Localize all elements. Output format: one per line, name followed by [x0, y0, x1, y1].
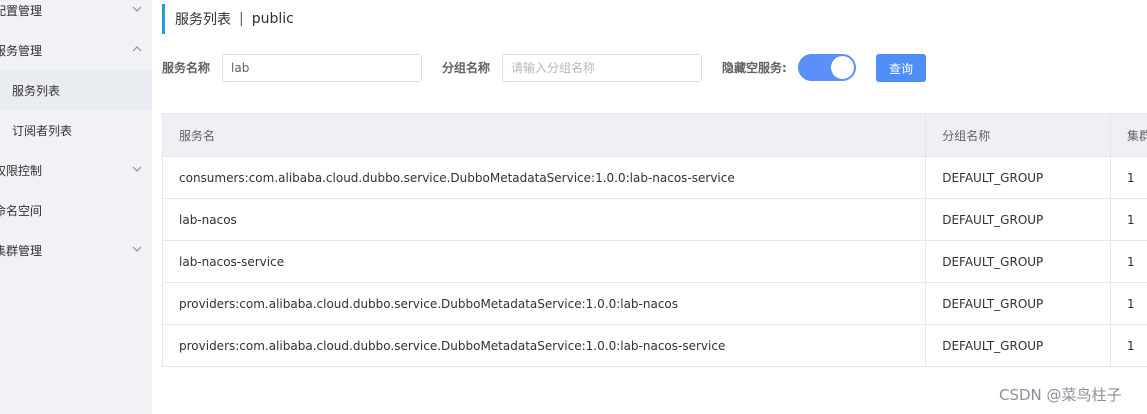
hide-empty-toggle[interactable]	[798, 54, 856, 81]
title-separator: |	[239, 11, 244, 27]
query-button[interactable]: 查询	[876, 54, 926, 82]
table-header: 服务名 分组名称 集群	[163, 114, 1147, 157]
sidebar-item-access-control[interactable]: 权限控制	[0, 150, 152, 190]
service-table: 服务名 分组名称 集群 consumers:com.alibaba.cloud.…	[162, 113, 1147, 367]
group-name-cell: DEFAULT_GROUP	[926, 325, 1112, 366]
toggle-knob	[831, 56, 854, 79]
cluster-count-cell: 1	[1127, 338, 1135, 353]
sidebar: 配置管理 服务管理 服务列表 订阅者列表 权限控制 命名空间 集群管理	[0, 0, 152, 414]
service-name-label: 服务名称	[162, 61, 211, 75]
chevron-down-icon	[132, 164, 142, 174]
cluster-count-cell: 1	[1127, 296, 1135, 311]
sidebar-item-config-management[interactable]: 配置管理	[0, 0, 152, 30]
sidebar-item-namespace[interactable]: 命名空间	[0, 190, 152, 230]
sidebar-item-label: 命名空间	[0, 203, 43, 218]
table-row: providers:com.alibaba.cloud.dubbo.servic…	[163, 283, 1147, 325]
sidebar-item-service-list[interactable]: 服务列表	[0, 70, 152, 110]
page-title: 服务列表 | public	[162, 4, 294, 34]
cluster-count-cell: 1	[1127, 170, 1135, 185]
table-row: lab-nacos DEFAULT_GROUP 1	[163, 199, 1147, 241]
cluster-count-cell: 1	[1127, 212, 1135, 227]
service-name-cell: consumers:com.alibaba.cloud.dubbo.servic…	[163, 157, 927, 198]
table-row: lab-nacos-service DEFAULT_GROUP 1	[163, 241, 1147, 283]
service-name-cell: providers:com.alibaba.cloud.dubbo.servic…	[163, 283, 927, 324]
service-name-input[interactable]	[222, 54, 422, 82]
hide-empty-label: 隐藏空服务:	[722, 61, 787, 75]
sidebar-item-label: 集群管理	[0, 243, 43, 258]
group-name-cell: DEFAULT_GROUP	[926, 283, 1112, 324]
service-name-cell: providers:com.alibaba.cloud.dubbo.servic…	[163, 325, 927, 366]
chevron-down-icon	[132, 4, 142, 14]
sidebar-item-label: 订阅者列表	[12, 123, 73, 138]
group-name-cell: DEFAULT_GROUP	[926, 241, 1112, 282]
sidebar-item-subscriber-list[interactable]: 订阅者列表	[0, 110, 152, 150]
group-name-label: 分组名称	[442, 61, 491, 75]
table-row: providers:com.alibaba.cloud.dubbo.servic…	[163, 325, 1147, 367]
watermark: CSDN @菜鸟柱子	[999, 386, 1122, 404]
group-name-input[interactable]	[502, 54, 702, 82]
group-name-cell: DEFAULT_GROUP	[926, 157, 1112, 198]
service-name-cell: lab-nacos-service	[163, 241, 927, 282]
sidebar-item-label: 服务列表	[12, 83, 61, 98]
column-header-clusters[interactable]: 集群	[1111, 114, 1147, 156]
sidebar-item-cluster-management[interactable]: 集群管理	[0, 230, 152, 270]
chevron-down-icon	[132, 244, 142, 254]
page-title-text: 服务列表	[175, 12, 231, 28]
table-row: consumers:com.alibaba.cloud.dubbo.servic…	[163, 157, 1147, 199]
chevron-up-icon	[132, 44, 142, 54]
sidebar-item-label: 配置管理	[0, 3, 43, 18]
column-header-group-name[interactable]: 分组名称	[926, 114, 1112, 156]
sidebar-item-label: 服务管理	[0, 43, 43, 58]
group-name-cell: DEFAULT_GROUP	[926, 199, 1112, 240]
column-header-service-name[interactable]: 服务名	[163, 114, 927, 156]
sidebar-item-service-management[interactable]: 服务管理	[0, 30, 152, 70]
namespace-label: public	[251, 11, 294, 27]
service-name-cell: lab-nacos	[163, 199, 927, 240]
sidebar-item-label: 权限控制	[0, 163, 43, 178]
cluster-count-cell: 1	[1127, 254, 1135, 269]
